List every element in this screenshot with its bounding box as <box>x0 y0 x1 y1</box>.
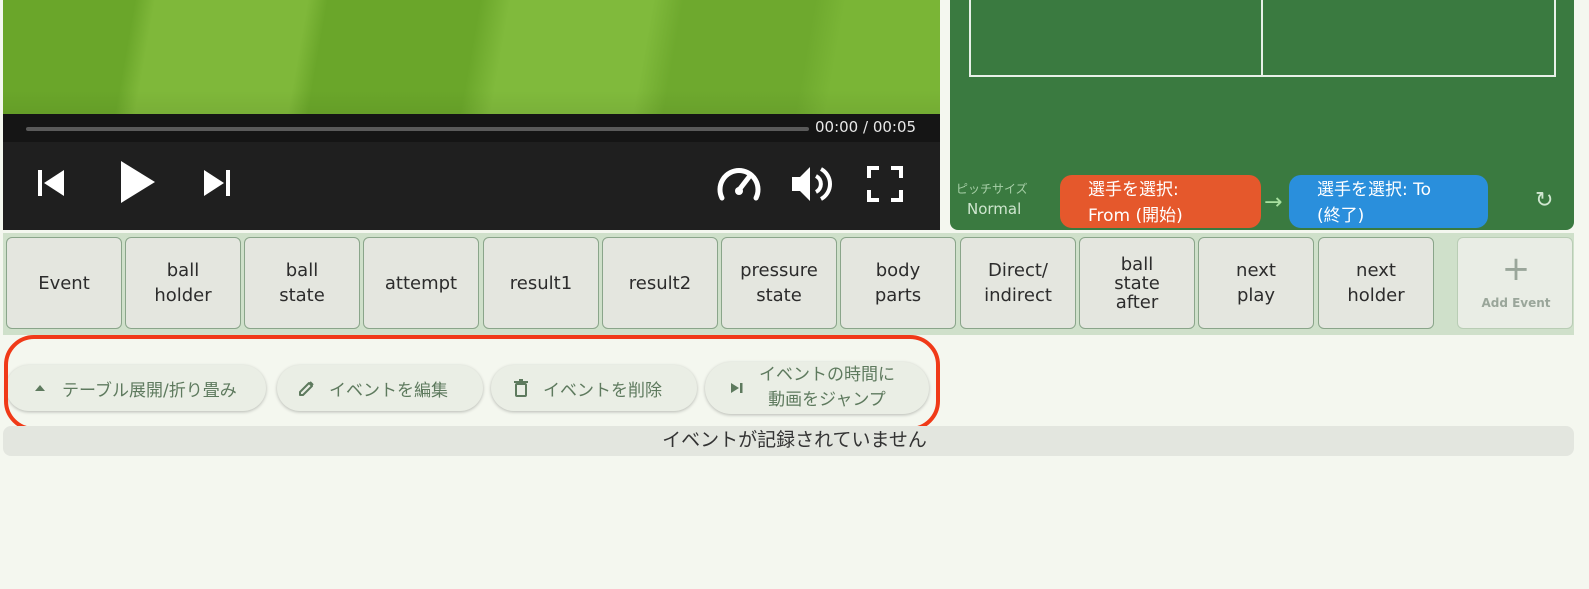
jump-to-event-label: イベントの時間に 動画をジャンプ <box>759 365 895 410</box>
select-to-player-label: 選手を選択: To (終了) <box>1317 180 1432 226</box>
event-button-bar: Event ball holder ball state attempt res… <box>3 233 1574 335</box>
skip-next-icon[interactable] <box>199 164 235 202</box>
select-to-player-button[interactable]: 選手を選択: To (終了) <box>1289 175 1488 228</box>
event-button-ball-state[interactable]: ball state <box>244 237 360 329</box>
pitch-panel[interactable]: ピッチサイズ Normal 選手を選択: From (開始) → 選手を選択: … <box>950 0 1574 230</box>
event-button-pressure-state[interactable]: pressure state <box>721 237 837 329</box>
delete-event-label: イベントを削除 <box>543 380 662 401</box>
pitch-center-line <box>1261 0 1263 76</box>
video-player[interactable]: 00:00 / 00:05 <box>3 0 940 230</box>
event-button-attempt[interactable]: attempt <box>363 237 479 329</box>
event-button-ball-holder[interactable]: ball holder <box>125 237 241 329</box>
toggle-table-label: テーブル展開/折り畳み <box>62 380 237 401</box>
event-button-direct-indirect[interactable]: Direct/ indirect <box>960 237 1076 329</box>
event-button-result1[interactable]: result1 <box>483 237 599 329</box>
event-button-body-parts[interactable]: body parts <box>840 237 956 329</box>
volume-icon[interactable] <box>789 162 835 206</box>
plus-icon: + <box>1501 249 1531 289</box>
event-button-next-holder[interactable]: next holder <box>1318 237 1434 329</box>
delete-event-button[interactable]: イベントを削除 <box>491 365 697 411</box>
event-button-event[interactable]: Event <box>6 237 122 329</box>
caret-up-icon <box>30 384 50 392</box>
playback-speed-icon[interactable] <box>715 162 763 206</box>
edit-event-label: イベントを編集 <box>329 380 448 401</box>
fullscreen-icon[interactable] <box>865 162 905 206</box>
arrow-right-icon: → <box>1264 190 1283 215</box>
empty-events-message: イベントが記録されていません <box>662 429 927 451</box>
skip-previous-icon[interactable] <box>33 164 69 202</box>
time-display: 00:00 / 00:05 <box>815 118 917 136</box>
add-event-label: Add Event <box>1481 296 1551 310</box>
event-button-result2[interactable]: result2 <box>602 237 718 329</box>
play-icon[interactable] <box>115 158 159 206</box>
toggle-table-button[interactable]: テーブル展開/折り畳み <box>6 365 266 411</box>
select-from-player-button[interactable]: 選手を選択: From (開始) <box>1060 175 1261 228</box>
pitch-size-label: ピッチサイズ <box>956 182 1028 196</box>
seek-bar[interactable] <box>26 127 809 131</box>
event-button-ball-state-after[interactable]: ball state after <box>1079 237 1195 329</box>
add-event-button[interactable]: + Add Event <box>1457 237 1573 329</box>
pencil-icon <box>297 379 317 397</box>
skip-next-icon <box>727 382 747 394</box>
select-from-player-label: 選手を選択: From (開始) <box>1088 180 1183 226</box>
jump-to-event-button[interactable]: イベントの時間に 動画をジャンプ <box>705 362 929 414</box>
event-button-next-play[interactable]: next play <box>1198 237 1314 329</box>
edit-event-button[interactable]: イベントを編集 <box>277 365 483 411</box>
trash-icon <box>511 379 531 397</box>
refresh-icon[interactable]: ↻ <box>1535 188 1553 213</box>
control-bar <box>3 142 940 230</box>
pitch-size-value[interactable]: Normal <box>967 200 1021 218</box>
